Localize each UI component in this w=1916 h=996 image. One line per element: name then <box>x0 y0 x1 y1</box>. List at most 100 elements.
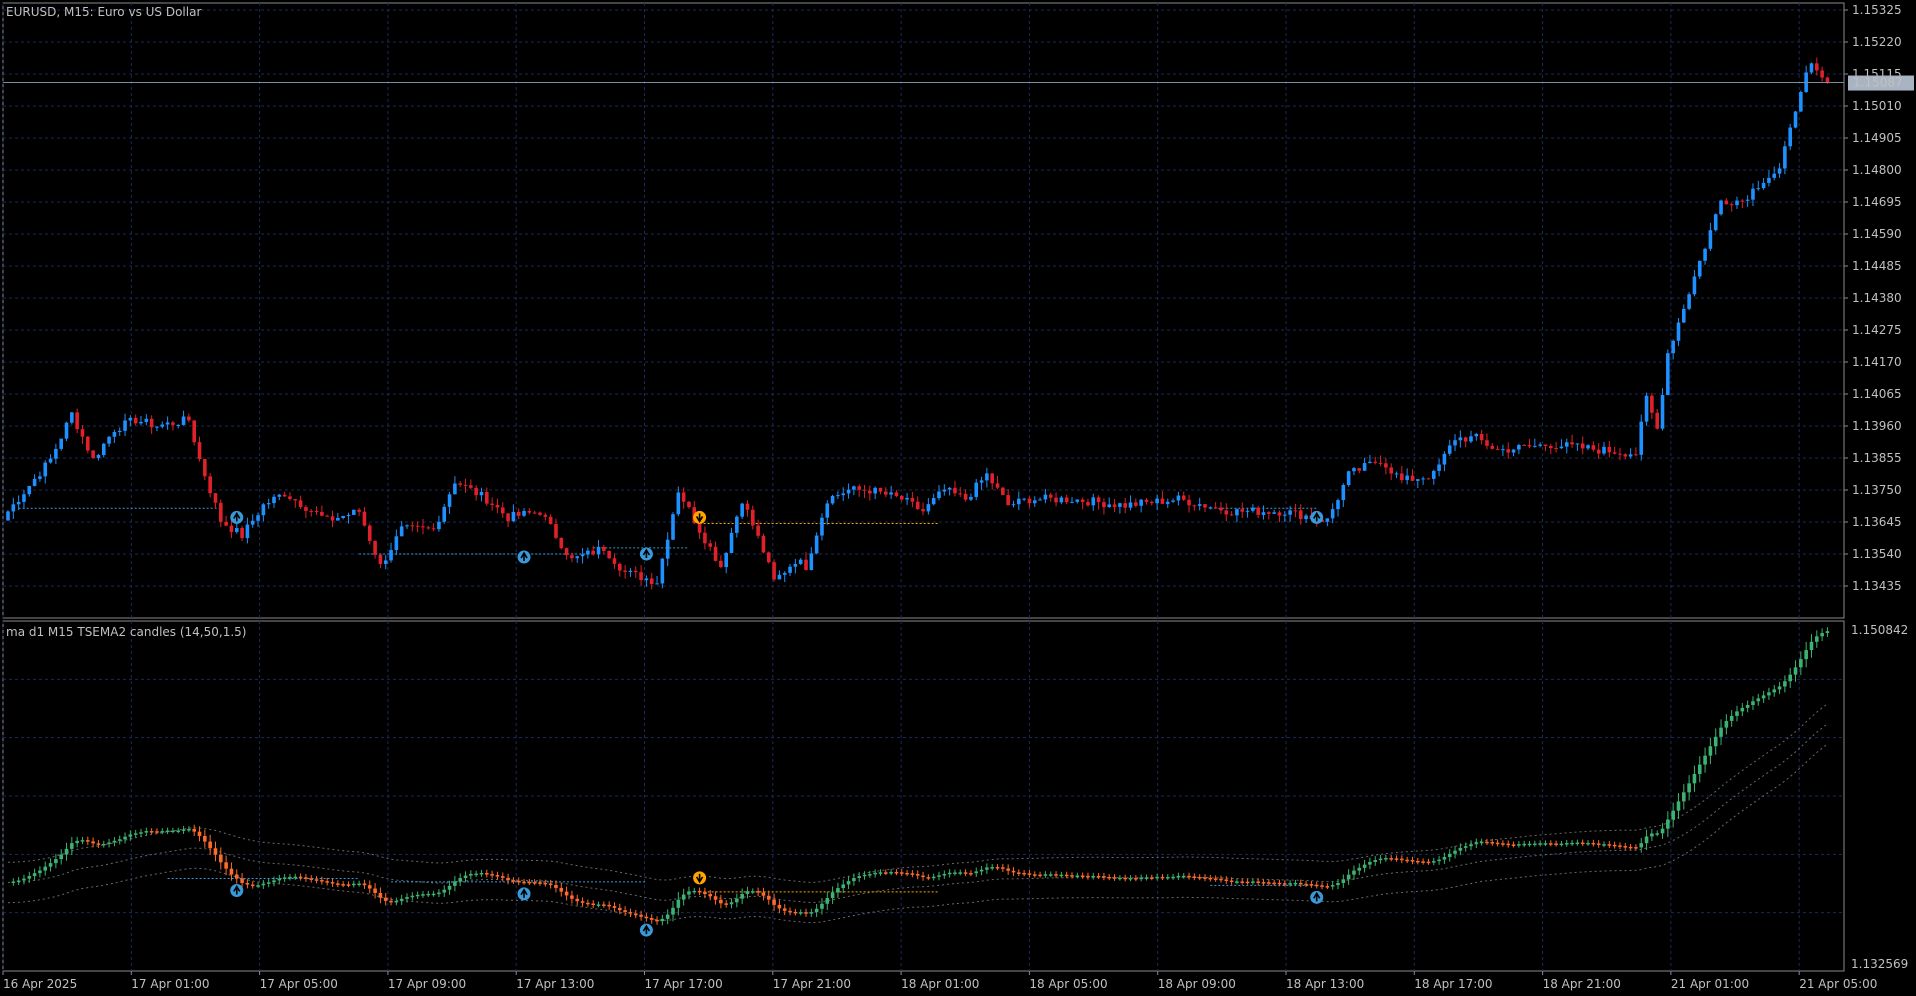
tsema-body <box>1490 842 1495 844</box>
candle-body <box>43 462 48 477</box>
tsema-body <box>1038 874 1042 877</box>
tsema-body <box>304 877 308 879</box>
tsema-body <box>362 883 367 886</box>
tsema-body <box>1809 641 1814 651</box>
candle-body <box>1724 200 1729 205</box>
candle-body <box>618 563 622 571</box>
tsema-body <box>1261 882 1266 884</box>
candle-body <box>735 516 739 533</box>
candle-body <box>1410 475 1415 481</box>
candle-body <box>665 539 670 559</box>
candle-body <box>814 535 819 554</box>
tsema-body <box>1224 879 1229 881</box>
candle-body <box>1283 514 1287 516</box>
tsema-body <box>1341 879 1346 883</box>
candle-body <box>1490 445 1495 449</box>
tsema-body <box>1096 875 1101 878</box>
tsema-body <box>399 898 404 901</box>
tsema-body <box>1820 633 1824 637</box>
tsema-body <box>1618 845 1622 847</box>
candle-body <box>1176 495 1181 501</box>
tsema-body <box>527 881 532 884</box>
candle-body <box>1203 504 1207 508</box>
candle-body <box>453 483 457 495</box>
tsema-body <box>1660 828 1665 834</box>
tsema-body <box>1644 836 1649 844</box>
current-price-text: 1.15087 <box>1853 76 1903 90</box>
tsema-body <box>1559 843 1564 846</box>
candle-body <box>777 574 782 580</box>
chart-canvas[interactable]: EURUSD, M15: Euro vs US Dollar 1.15325 1.… <box>0 0 1916 996</box>
price-tick-label: 1.13960 <box>1852 419 1902 433</box>
price-tick-label: 1.14905 <box>1852 131 1902 145</box>
price-tick-label: 1.13750 <box>1852 483 1902 497</box>
candle-body <box>192 420 196 443</box>
candle-body <box>1820 70 1824 78</box>
tsema-body <box>724 903 728 905</box>
candle-body <box>1554 448 1558 450</box>
tsema-body <box>1267 882 1271 884</box>
candle-body <box>298 500 303 508</box>
price-tick-label: 1.13645 <box>1852 515 1902 529</box>
candle-body <box>1219 507 1223 511</box>
candle-body <box>809 553 814 571</box>
candle-body <box>649 578 654 585</box>
time-tick-label: 17 Apr 21:00 <box>773 977 851 991</box>
candle-body <box>1671 340 1675 354</box>
tsema-body <box>1564 843 1569 845</box>
tsema-body <box>288 876 292 879</box>
tsema-body <box>123 836 127 840</box>
tsema-body <box>751 891 755 893</box>
candle-body <box>1043 494 1048 500</box>
tsema-body <box>761 892 766 896</box>
candle-body <box>516 511 521 516</box>
tsema-body <box>1628 846 1633 849</box>
candle-body <box>314 510 319 512</box>
tsema-body <box>1102 876 1106 878</box>
tsema-body <box>1479 841 1484 844</box>
price-tick-label: 1.13855 <box>1852 451 1902 465</box>
candle-body <box>782 572 787 575</box>
tsema-body <box>1761 695 1766 699</box>
candle-body <box>1293 510 1298 512</box>
tsema-body <box>1064 874 1069 877</box>
candle-body <box>469 485 473 488</box>
tsema-body <box>219 854 223 863</box>
tsema-body <box>1400 858 1404 861</box>
tsema-body <box>1788 674 1792 682</box>
price-tick-label: 1.13540 <box>1852 547 1902 561</box>
candle-body <box>857 486 861 490</box>
candle-body <box>1070 501 1074 503</box>
tsema-body <box>570 895 574 899</box>
candle-body <box>873 487 877 494</box>
candle-body <box>1362 463 1367 471</box>
candle-body <box>165 422 170 425</box>
tsema-body <box>160 831 165 833</box>
candle-body <box>729 532 734 554</box>
tsema-body <box>1208 877 1213 880</box>
price-tick-label: 1.14275 <box>1852 323 1902 337</box>
candle-body <box>921 509 925 512</box>
candle-body <box>969 496 973 500</box>
tsema-body <box>176 830 181 833</box>
tsema-body <box>1272 882 1276 885</box>
candle-body <box>1719 200 1723 215</box>
tsema-body <box>1352 870 1356 875</box>
candle-body <box>341 515 345 518</box>
tsema-body <box>1549 843 1553 845</box>
candle-body <box>128 417 133 421</box>
candle-body <box>1288 510 1292 515</box>
tsema-body <box>1799 659 1803 668</box>
tsema-body <box>1793 667 1798 675</box>
tsema-body <box>1150 877 1154 879</box>
tsema-body <box>447 885 452 890</box>
tsema-body <box>1442 856 1447 860</box>
time-tick-label: 18 Apr 09:00 <box>1158 977 1236 991</box>
candle-body <box>830 495 835 504</box>
tsema-body <box>1091 875 1096 878</box>
indicator-title: ma d1 M15 TSEMA2 candles (14,50,1.5) <box>6 625 246 639</box>
tsema-body <box>256 885 260 887</box>
candle-body <box>1298 510 1303 520</box>
price-tick-label: 1.14170 <box>1852 355 1902 369</box>
candle-body <box>1666 353 1670 396</box>
